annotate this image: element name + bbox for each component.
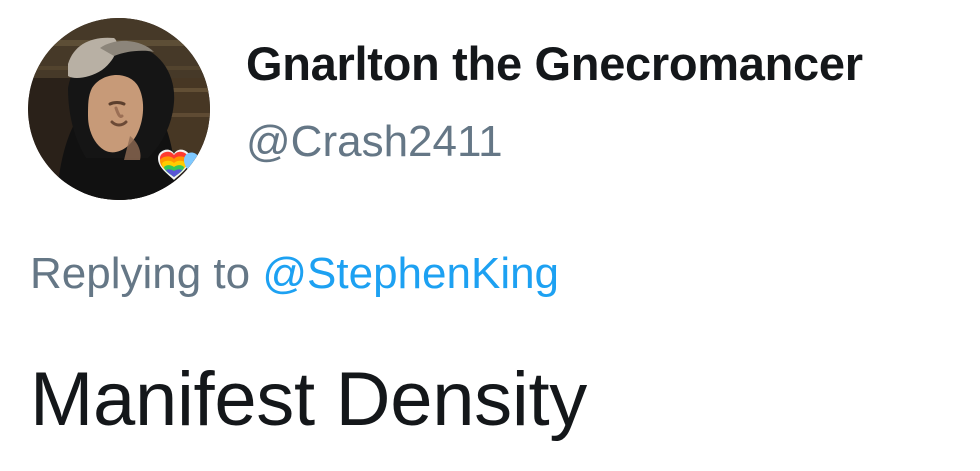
tweet-text: Manifest Density — [30, 357, 587, 442]
replying-to-line: Replying to @StephenKing — [30, 252, 559, 296]
avatar-photo-icon — [28, 18, 210, 200]
reply-target-link[interactable]: @StephenKing — [262, 249, 559, 298]
avatar[interactable] — [28, 18, 210, 200]
author-handle[interactable]: @Crash2411 — [246, 120, 503, 164]
replying-prefix: Replying to — [30, 249, 251, 298]
tweet-card: Gnarlton the Gnecromancer @Crash2411 Rep… — [0, 0, 980, 471]
display-name[interactable]: Gnarlton the Gnecromancer — [246, 40, 863, 87]
